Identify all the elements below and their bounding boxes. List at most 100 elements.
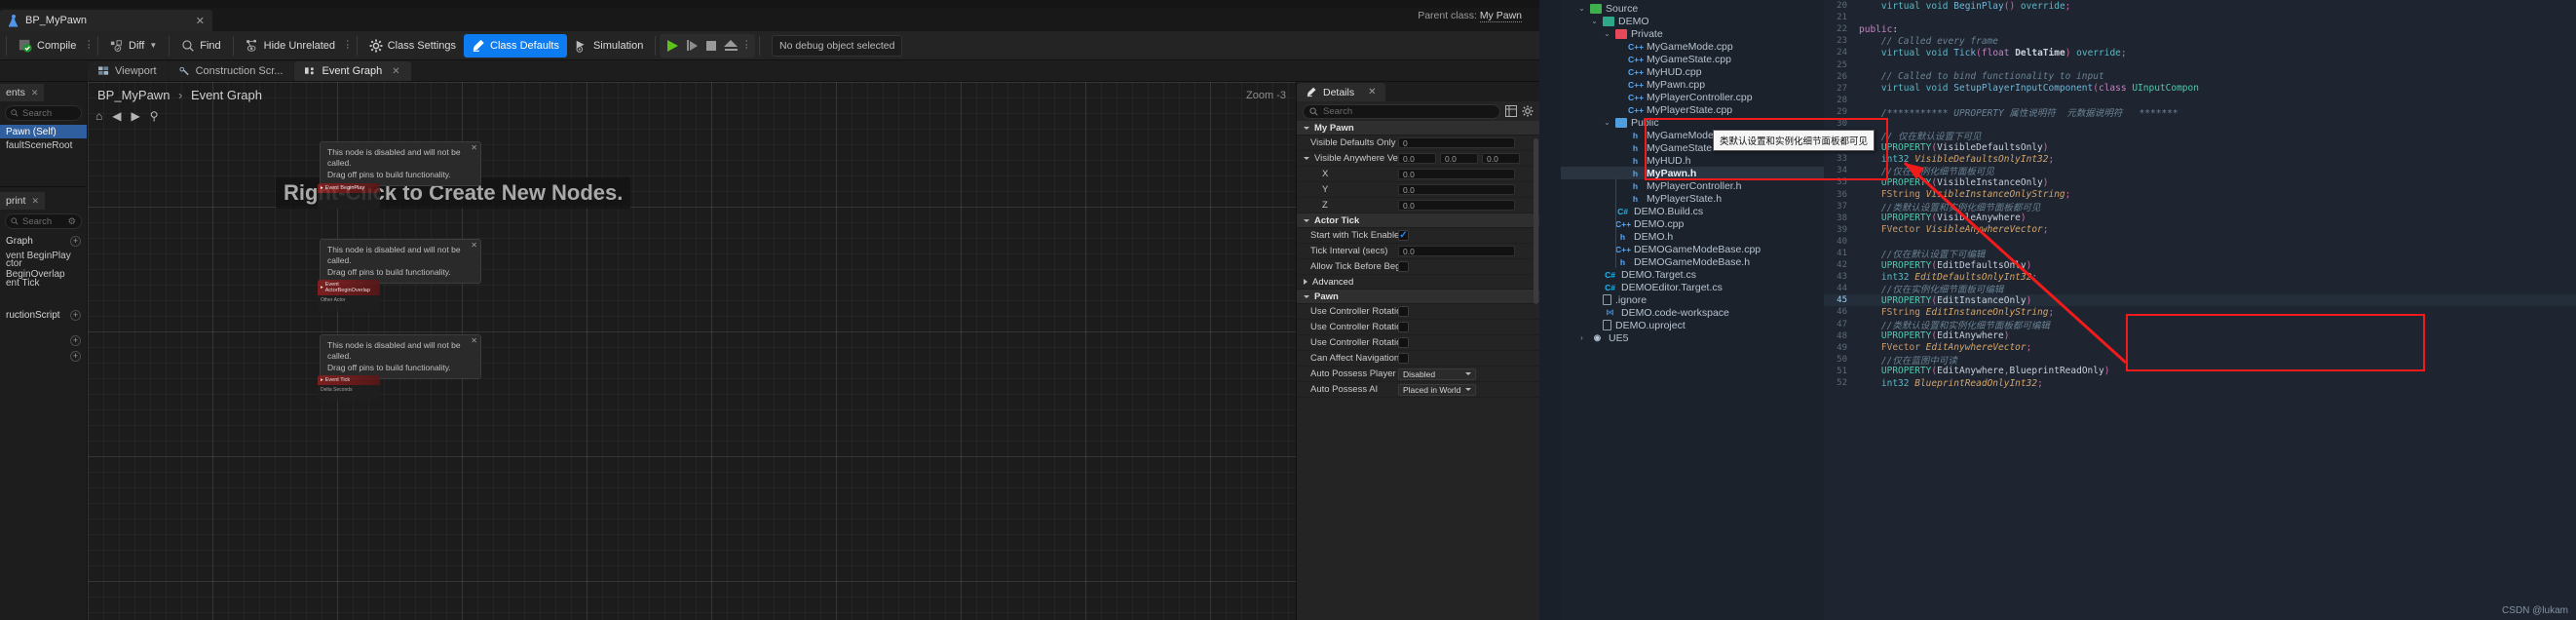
start-with-tick-enabled-checkbox[interactable] — [1398, 230, 1409, 241]
tab-components[interactable]: ents ✕ — [0, 84, 45, 101]
add-icon[interactable]: + — [70, 235, 81, 247]
tree-item-private[interactable]: ⌄ Private — [1561, 27, 1824, 40]
category-actor-tick[interactable]: Actor Tick — [1297, 213, 1539, 228]
use-controller-rotation-pitch-checkbox[interactable] — [1398, 306, 1409, 317]
chevron-down-icon[interactable]: ⌄ — [1590, 17, 1599, 25]
blueprint-section-graphs[interactable]: Graph + — [0, 233, 87, 249]
play-options-button[interactable]: · · · — [741, 36, 751, 53]
blueprint-section-extra-2[interactable]: + — [0, 348, 87, 364]
x-field[interactable]: 0.0 — [1398, 169, 1515, 179]
step-button[interactable] — [683, 37, 701, 55]
play-button[interactable] — [663, 37, 681, 55]
code-line-34[interactable]: 34 //仅在实例化细节面板可见 — [1824, 165, 2576, 177]
tab-viewport[interactable]: Viewport — [88, 61, 168, 81]
allow-tick-before-begin-checkbox[interactable] — [1398, 261, 1409, 272]
tree-item-demogamemodebase-h[interactable]: h DEMOGameModeBase.h — [1561, 255, 1824, 268]
breadcrumb-root[interactable]: BP_MyPawn — [97, 88, 170, 102]
compile-options-button[interactable]: · · · — [84, 36, 94, 53]
code-line-42[interactable]: 42 UPROPERTY(EditDefaultsOnly) — [1824, 259, 2576, 271]
class-settings-button[interactable]: Class Settings — [361, 34, 464, 58]
tree-item-myplayerstate-cpp[interactable]: C++ MyPlayerState.cpp — [1561, 103, 1824, 116]
tree-item-myhud-h[interactable]: h MyHUD.h — [1561, 154, 1824, 167]
blueprint-section-extra-1[interactable]: + — [0, 332, 87, 348]
simulation-button[interactable]: Simulation — [567, 34, 651, 58]
tick-interval-field[interactable]: 0.0 — [1398, 246, 1515, 256]
chevron-down-icon[interactable]: ⌄ — [1603, 118, 1611, 127]
tab-construction-script[interactable]: Construction Scr... — [168, 61, 294, 81]
tree-item-demo-code-workspace[interactable]: ⋈ DEMO.code-workspace — [1561, 306, 1824, 319]
blueprint-search-input[interactable]: Search ⚙ — [5, 213, 82, 229]
hide-unrelated-options-button[interactable]: · · · — [343, 36, 353, 53]
code-line-37[interactable]: 37 //类默认设置和实例化细节面板都可见 — [1824, 201, 2576, 213]
use-controller-rotation-yaw-checkbox[interactable] — [1398, 322, 1409, 332]
tree-item-myplayercontroller-cpp[interactable]: C++ MyPlayerController.cpp — [1561, 91, 1824, 103]
code-line-35[interactable]: 35 UPROPERTY(VisibleInstanceOnly) — [1824, 176, 2576, 188]
hide-unrelated-button[interactable]: Hide Unrelated — [238, 34, 343, 58]
class-defaults-button[interactable]: Class Defaults — [464, 33, 567, 58]
tree-item-mygamemode-cpp[interactable]: C++ MyGameMode.cpp — [1561, 40, 1824, 53]
chevron-down-icon[interactable]: ⌄ — [1603, 29, 1611, 38]
y-field[interactable]: 0.0 — [1398, 184, 1515, 195]
chevron-right-icon[interactable]: › — [1577, 333, 1586, 342]
tree-item-mypawn-cpp[interactable]: C++ MyPawn.cpp — [1561, 78, 1824, 91]
code-line-29[interactable]: 29 /*********** UPROPERTY 属性说明符 元数据说明符 *… — [1824, 106, 2576, 119]
code-line-25[interactable]: 25 — [1824, 58, 2576, 70]
code-line-23[interactable]: 23 // Called every frame — [1824, 35, 2576, 47]
tree-item-demo-uproject[interactable]: DEMO.uproject — [1561, 319, 1824, 331]
compile-button[interactable]: Compile — [11, 34, 84, 58]
debug-object-select[interactable]: No debug object selected — [771, 34, 903, 57]
tree-item-demo-build-cs[interactable]: C# DEMO.Build.cs — [1561, 205, 1824, 217]
code-line-48[interactable]: 48 UPROPERTY(EditAnywhere) — [1824, 330, 2576, 342]
graph-node-actor-begin-overlap[interactable]: ▸ Event ActorBeginOverlap Other Actor — [318, 280, 380, 311]
chevron-down-icon[interactable]: ⌄ — [1577, 4, 1586, 13]
tree-item-ue5[interactable]: › ◉ UE5 — [1561, 331, 1824, 344]
vector-z-field[interactable]: 0.0 — [1482, 153, 1520, 164]
tree-item-source[interactable]: ⌄ Source — [1561, 2, 1824, 15]
vector-x-field[interactable]: 0.0 — [1398, 153, 1436, 164]
add-icon[interactable]: + — [70, 334, 81, 346]
category-advanced[interactable]: Advanced — [1297, 275, 1539, 290]
code-line-26[interactable]: 26 // Called to bind functionality to in… — [1824, 71, 2576, 83]
close-icon[interactable]: ✕ — [471, 241, 477, 252]
code-line-47[interactable]: 47 //类默认设置和实例化细节面板都可编辑 — [1824, 319, 2576, 331]
code-line-51[interactable]: 51 UPROPERTY(EditAnywhere,BlueprintReadO… — [1824, 366, 2576, 377]
auto-possess-player-select[interactable]: Disabled — [1398, 368, 1476, 380]
auto-possess-ai-select[interactable]: Placed in World — [1398, 383, 1476, 396]
tab-my-blueprint[interactable]: print ✕ — [0, 192, 45, 210]
tree-item-myplayercontroller-h[interactable]: h MyPlayerController.h — [1561, 179, 1824, 192]
close-icon[interactable]: ✕ — [392, 66, 399, 77]
code-line-24[interactable]: 24 virtual void Tick(float DeltaTime) ov… — [1824, 47, 2576, 58]
vector-y-field[interactable]: 0.0 — [1440, 153, 1478, 164]
code-editor[interactable]: 20 virtual void BeginPlay() override; 21 2… — [1824, 0, 2576, 620]
code-line-45[interactable]: 45 UPROPERTY(EditInstanceOnly) — [1824, 294, 2576, 307]
tree-item-demo-cpp[interactable]: C++ DEMO.cpp — [1561, 217, 1824, 230]
tree-item-demogamemodebase-cpp[interactable]: C++ DEMOGameModeBase.cpp — [1561, 243, 1824, 255]
tree-item-myplayerstate-h[interactable]: h MyPlayerState.h — [1561, 192, 1824, 205]
code-line-32[interactable]: 32 UPROPERTY(VisibleDefaultsOnly) — [1824, 141, 2576, 153]
blueprint-section-construction[interactable]: ructionScript + — [0, 307, 87, 323]
explorer-file-tree[interactable]: ⌄ Source ⌄ DEMO ⌄ Private C++ MyGameMode.cpp C++… — [1561, 0, 1824, 620]
tree-item-public[interactable]: ⌄ Public — [1561, 116, 1824, 129]
code-line-50[interactable]: 50 //仅在蓝图中可读 — [1824, 354, 2576, 367]
gear-icon[interactable] — [1522, 105, 1534, 117]
tree-item-demo-h[interactable]: h DEMO.h — [1561, 230, 1824, 243]
forward-icon[interactable]: ▶ — [131, 109, 139, 123]
code-line-38[interactable]: 38 UPROPERTY(VisibleAnywhere) — [1824, 213, 2576, 224]
graph-node-event-tick[interactable]: ▸ Event Tick Delta Seconds — [318, 375, 380, 401]
close-icon[interactable]: ✕ — [471, 336, 477, 347]
close-icon[interactable]: ✕ — [1368, 87, 1376, 97]
tree-item-myhud-cpp[interactable]: C++ MyHUD.cpp — [1561, 65, 1824, 78]
use-controller-rotation-roll-checkbox[interactable] — [1398, 337, 1409, 348]
code-line-39[interactable]: 39 FVector VisibleAnywhereVector; — [1824, 224, 2576, 236]
back-icon[interactable]: ◀ — [112, 109, 121, 123]
code-line-21[interactable]: 21 — [1824, 12, 2576, 23]
code-line-31[interactable]: 31 // 仅在默认设置下可见 — [1824, 130, 2576, 142]
find-button[interactable]: Find — [173, 34, 228, 58]
home-icon[interactable]: ⌂ — [95, 109, 102, 123]
asset-tab-bp-mypawn[interactable]: BP_MyPawn ✕ — [0, 10, 212, 31]
code-line-41[interactable]: 41 //仅在默认设置下可编辑 — [1824, 248, 2576, 260]
eject-button[interactable] — [722, 37, 739, 55]
details-search-input[interactable]: Search — [1303, 103, 1500, 119]
tab-details[interactable]: Details ✕ — [1297, 83, 1385, 101]
stop-button[interactable] — [702, 37, 720, 55]
